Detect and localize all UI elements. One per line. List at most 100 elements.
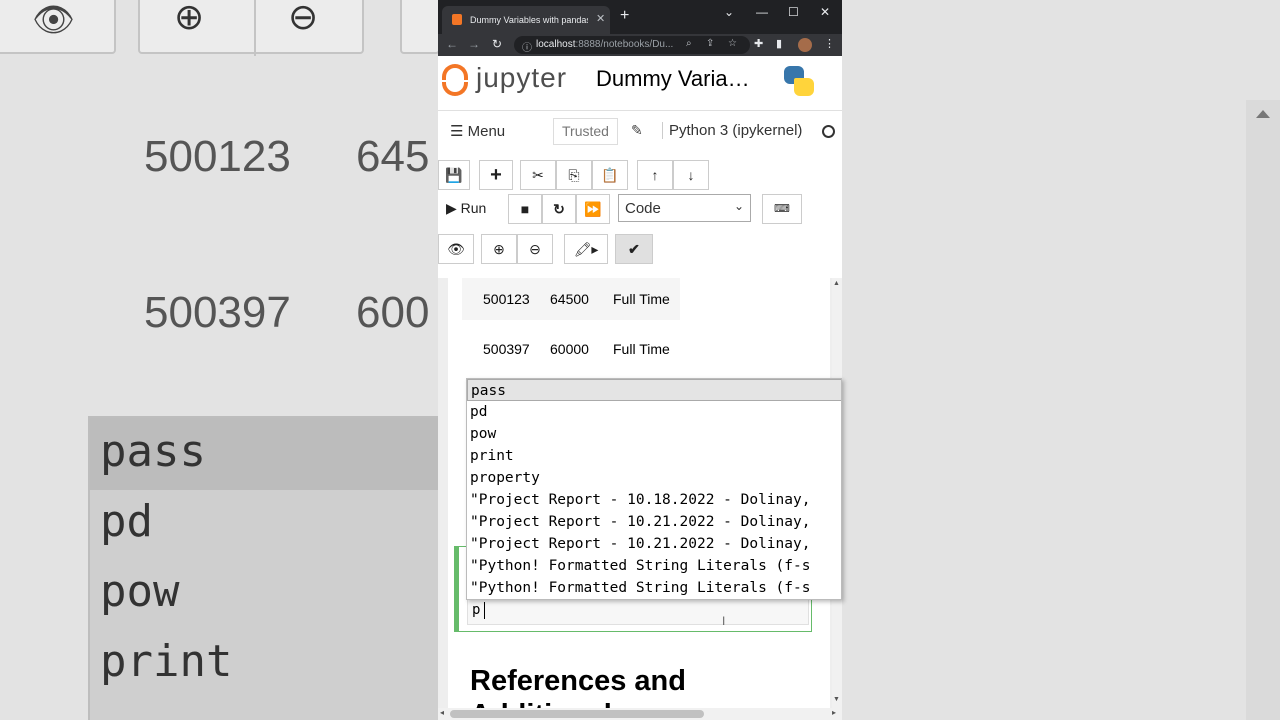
menu-button[interactable]: ☰ Menu (450, 122, 505, 140)
jupyter-brand[interactable]: jupyter (476, 62, 567, 94)
extensions-icon[interactable]: ✚ (754, 37, 763, 50)
autocomplete-item[interactable]: "Python! Formatted String Literals (f-s (467, 555, 841, 577)
zoom-in-icon: ⊕ (174, 0, 205, 37)
reload-icon[interactable]: ↻ (492, 37, 502, 51)
autocomplete-item[interactable]: property (467, 467, 841, 489)
table-cell: 500123 (483, 291, 530, 307)
url-text: localhost:8888/notebooks/Du... (536, 39, 673, 50)
zoom-in-button[interactable]: ⊕ (481, 234, 517, 264)
close-window-button[interactable]: ✕ (820, 5, 830, 19)
bg-autocomplete-item: print (100, 636, 233, 687)
browser-window: Dummy Variables with pandas! - ✕ + ⌄ — ☐… (438, 0, 842, 720)
horizontal-scrollbar[interactable]: ◂ ▸ (438, 708, 842, 720)
move-down-button[interactable]: ↓ (673, 160, 709, 190)
code-input-text[interactable]: p (472, 602, 480, 618)
eye-button[interactable]: 👁 (438, 234, 474, 264)
tab-close-icon[interactable]: ✕ (596, 12, 605, 25)
autocomplete-item[interactable]: "Project Report - 10.18.2022 - Dolinay, (467, 489, 841, 511)
interrupt-button[interactable]: ■ (508, 194, 542, 224)
insert-cell-button[interactable]: + (479, 160, 513, 190)
jupyter-favicon-icon (452, 14, 462, 25)
spellcheck-button[interactable]: ✔ (615, 234, 653, 264)
profile-avatar[interactable] (798, 38, 812, 52)
scroll-left-icon[interactable]: ◂ (440, 708, 444, 717)
back-icon[interactable]: ← (446, 37, 458, 51)
move-up-button[interactable]: ↑ (637, 160, 673, 190)
share-icon[interactable]: ⇪ (706, 38, 714, 49)
run-button[interactable]: ▶ Run (438, 194, 504, 224)
kernel-status-icon (822, 125, 835, 138)
autocomplete-item[interactable]: "Python! Formatted String Literals (f-s (467, 577, 841, 599)
bg-autocomplete: pass pd pow print (88, 416, 448, 720)
table-cell: 64500 (550, 291, 589, 307)
bg-toolbar: 👁 ⊕ ⊖ (0, 0, 440, 58)
cut-button[interactable]: ✂ (520, 160, 556, 190)
kernel-indicator[interactable]: Python 3 (ipykernel) (662, 122, 802, 139)
tab-search-icon[interactable]: ⌄ (724, 5, 734, 19)
text-caret (484, 602, 485, 619)
tab-title: Dummy Variables with pandas! - (470, 15, 588, 25)
jupyter-header: jupyter Dummy Varia… (438, 56, 842, 110)
autocomplete-dropdown: pass pd pow print property "Project Repo… (466, 378, 842, 600)
edit-pencil-icon[interactable]: ✎ (631, 122, 643, 139)
chevron-down-icon: ⌄ (733, 199, 744, 213)
scroll-thumb[interactable] (450, 710, 704, 718)
url-host: localhost (536, 39, 576, 50)
jupyter-logo-icon[interactable] (442, 64, 468, 96)
browser-tab[interactable]: Dummy Variables with pandas! - ✕ (442, 6, 610, 34)
zoom-out-icon: ⊖ (288, 0, 319, 37)
forward-icon[interactable]: → (468, 37, 480, 51)
restart-button[interactable]: ↻ (542, 194, 576, 224)
maximize-button[interactable]: ☐ (788, 5, 799, 19)
table-row: 500397 60000 Full Time (462, 328, 680, 370)
zoom-icon[interactable]: ⌕ (686, 38, 692, 49)
autocomplete-item[interactable]: print (467, 445, 841, 467)
bookmark-star-icon[interactable]: ☆ (728, 38, 737, 49)
tab-bar: Dummy Variables with pandas! - ✕ + ⌄ — ☐… (438, 0, 842, 34)
table-cell: Full Time (613, 341, 670, 357)
bg-number: 500123 (144, 132, 291, 181)
python-logo-icon (782, 64, 816, 98)
new-tab-button[interactable]: + (620, 7, 629, 25)
table-cell: 60000 (550, 341, 589, 357)
scroll-up-icon[interactable]: ▲ (833, 280, 840, 287)
table-cell: 500397 (483, 341, 530, 357)
autocomplete-item[interactable]: pd (467, 401, 841, 423)
bg-number: 600 (356, 288, 430, 337)
cell-type-select[interactable]: Code ⌄ (618, 194, 751, 222)
zoom-out-button[interactable]: ⊖ (517, 234, 553, 264)
bg-autocomplete-item: pass (100, 426, 206, 477)
highlighter-button[interactable]: 🖍▸ (564, 234, 608, 264)
more-menu-icon[interactable]: ⋮ (824, 37, 835, 50)
copy-button[interactable]: ⎘ (556, 160, 592, 190)
menu-bar: ☰ Menu Trusted ✎ Python 3 (ipykernel) (438, 110, 842, 152)
mouse-ibeam-icon: I (722, 614, 726, 628)
run-label: Run (460, 200, 487, 216)
autocomplete-item[interactable]: "Project Report - 10.21.2022 - Dolinay, (467, 511, 841, 533)
save-button[interactable]: 💾 (438, 160, 470, 190)
divider (254, 0, 256, 56)
restart-run-all-button[interactable]: ⏩ (576, 194, 610, 224)
bg-scrollbar (1246, 100, 1280, 720)
bg-zoom-buttons: ⊕ ⊖ (138, 0, 364, 56)
info-icon[interactable]: ⓘ (522, 39, 532, 54)
url-field[interactable]: ⓘ localhost:8888/notebooks/Du... ⌕ ⇪ ☆ (514, 36, 750, 54)
bg-number: 645 (356, 132, 430, 181)
heading-line: References and (470, 665, 686, 697)
cell-type-value: Code (625, 200, 661, 217)
trusted-badge[interactable]: Trusted (553, 118, 618, 145)
autocomplete-item[interactable]: pow (467, 423, 841, 445)
address-bar: ← → ↻ ⓘ localhost:8888/notebooks/Du... ⌕… (438, 34, 842, 56)
scroll-down-icon[interactable]: ▼ (833, 696, 840, 703)
autocomplete-item[interactable]: pass (467, 379, 841, 401)
paste-button[interactable]: 📋 (592, 160, 628, 190)
table-row: 500123 64500 Full Time (462, 278, 680, 320)
notebook-toolbar: 💾 + ✂ ⎘ 📋 ↑ ↓ ▶ Run ■ ↻ ⏩ Code ⌄ ⌨ 👁 ⊕ ⊖… (438, 152, 842, 278)
minimize-button[interactable]: — (756, 5, 768, 19)
autocomplete-item[interactable]: "Project Report - 10.21.2022 - Dolinay, (467, 533, 841, 555)
command-palette-button[interactable]: ⌨ (762, 194, 802, 224)
table-cell: Full Time (613, 291, 670, 307)
sidepanel-icon[interactable]: ▮ (776, 37, 782, 50)
scroll-right-icon[interactable]: ▸ (832, 708, 836, 717)
notebook-title[interactable]: Dummy Varia… (596, 66, 750, 92)
